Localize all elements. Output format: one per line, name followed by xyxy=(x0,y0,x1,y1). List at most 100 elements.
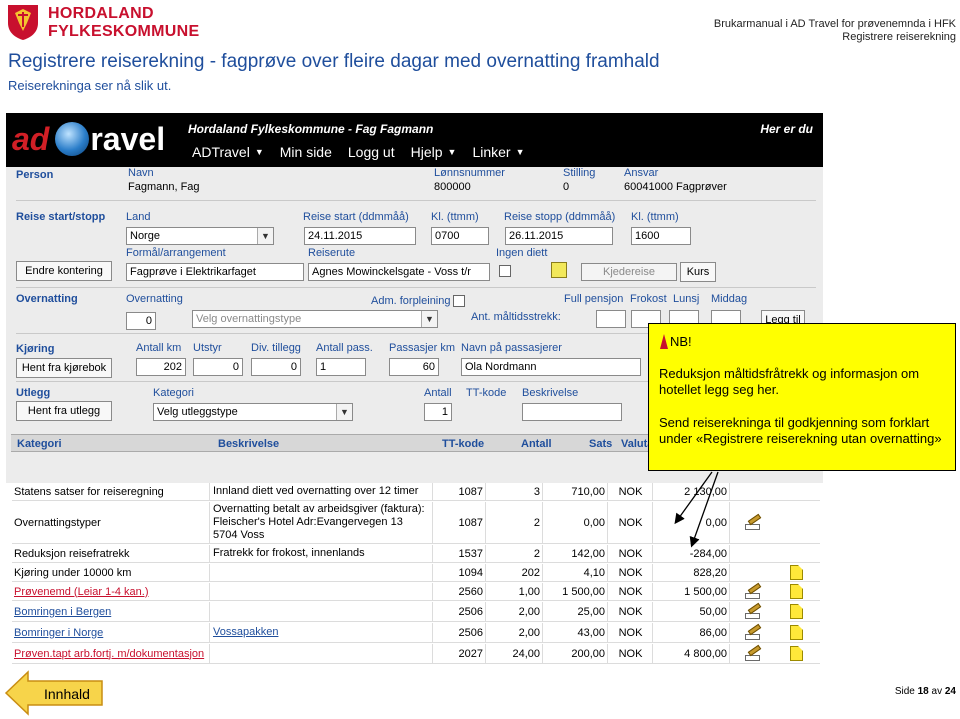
running-header: Brukarmanual i AD Travel for prøvenemnda… xyxy=(714,18,956,44)
row-beskrivelse: Fratrekk for frokost, innenlands xyxy=(213,547,365,559)
overnatting-count-input[interactable]: 0 xyxy=(126,312,156,330)
utlegg-antall-input[interactable]: 1 xyxy=(424,403,452,421)
navn-passasjerer-input[interactable]: Ola Nordmann xyxy=(461,358,641,376)
app-header: ad ravel Hordaland Fylkeskommune - Fag Fa… xyxy=(6,113,823,167)
reise-section-title: Reise start/stopp xyxy=(16,211,106,223)
row-tt-kode: 2506 xyxy=(458,626,483,639)
divider xyxy=(16,200,816,201)
row-belop: 4 800,00 xyxy=(684,647,727,660)
beskrivelse-input[interactable] xyxy=(522,403,622,421)
hent-fra-utlegg-button[interactable]: Hent fra utlegg xyxy=(16,401,112,421)
attachment-icon[interactable] xyxy=(789,625,803,640)
table-row: Prøven.tapt arb.fortj. m/dokumentasjon 20… xyxy=(12,644,820,664)
edit-icon[interactable] xyxy=(744,605,760,619)
reise-stopp-input[interactable]: 26.11.2015 xyxy=(505,227,613,245)
row-kategori[interactable]: Prøvenemd (Leiar 1-4 kan.) xyxy=(14,586,149,598)
row-tt-kode: 1537 xyxy=(458,547,483,560)
row-tt-kode: 2560 xyxy=(458,585,483,598)
menu-linker[interactable]: Linker ▼ xyxy=(472,144,524,160)
formal-input[interactable]: Fagprøve i Elektrikarfaget xyxy=(126,263,304,281)
logo-line-1: HORDALAND xyxy=(48,5,154,22)
row-kategori[interactable]: Bomringer i Norge xyxy=(14,627,103,639)
overnattingstype-select[interactable]: Velg overnattingstype ▼ xyxy=(192,310,438,328)
edit-icon[interactable] xyxy=(744,647,760,661)
row-sats: 4,10 xyxy=(583,566,605,579)
passasjer-km-input[interactable]: 60 xyxy=(389,358,439,376)
kl-start-label: Kl. (ttmm) xyxy=(431,211,479,223)
stilling-value: 0 xyxy=(563,181,570,193)
attachment-icon[interactable] xyxy=(789,565,803,580)
col-antall: Antall xyxy=(521,438,552,450)
overnatting-section-title: Overnatting xyxy=(16,293,78,305)
main-menu: ADTravel ▼ Min side Logg ut Hjelp ▼ Linker… xyxy=(192,144,525,160)
ansvar-label: Ansvar xyxy=(624,167,659,179)
endre-kontering-button[interactable]: Endre kontering xyxy=(16,261,112,281)
row-valuta: NOK xyxy=(618,647,643,660)
edit-icon[interactable] xyxy=(744,585,760,599)
hent-fra-kjorebok-button[interactable]: Hent fra kjørebok xyxy=(16,358,112,378)
page-title: Registrere reiserekning - fagprøve over … xyxy=(8,51,660,72)
chevron-down-icon: ▼ xyxy=(515,147,525,157)
adm-forpleining-checkbox[interactable] xyxy=(453,295,465,307)
row-sats: 1 500,00 xyxy=(562,585,605,598)
row-beskrivelse: Overnatting betalt av arbeidsgiver (fakt… xyxy=(213,503,425,541)
ansvar-value: 60041000 Fagprøver xyxy=(624,181,727,193)
row-tt-kode: 2506 xyxy=(458,605,483,618)
kl-start-input[interactable]: 0700 xyxy=(431,227,489,245)
chevron-down-icon: ▼ xyxy=(447,147,457,157)
row-antall: 2,00 xyxy=(518,605,540,618)
navn-value: Fagmann, Fag xyxy=(128,181,200,193)
ingen-diett-checkbox[interactable] xyxy=(499,265,511,277)
person-section-title: Person xyxy=(16,169,54,181)
antall-km-input[interactable]: 202 xyxy=(136,358,186,376)
kl-stopp-input[interactable]: 1600 xyxy=(631,227,691,245)
chevron-down-icon: ▼ xyxy=(257,228,273,244)
attachment-icon[interactable] xyxy=(789,604,803,619)
reise-start-input[interactable]: 24.11.2015 xyxy=(304,227,416,245)
callout-text-2: Send reiserekninga til godkjenning som f… xyxy=(659,415,942,446)
edit-icon[interactable] xyxy=(744,516,760,530)
kategori-label: Kategori xyxy=(153,387,194,399)
antall-pass-label: Antall pass. xyxy=(316,342,373,354)
row-antall: 1,00 xyxy=(518,585,540,598)
kjedereise-button[interactable]: Kjedereise xyxy=(581,263,677,281)
row-beskrivelse[interactable]: Vossapakken xyxy=(213,626,278,639)
menu-adtravel[interactable]: ADTravel ▼ xyxy=(192,144,264,160)
manual-title: Brukarmanual i AD Travel for prøvenemnda… xyxy=(713,18,956,30)
div-tillegg-input[interactable]: 0 xyxy=(251,358,301,376)
utleggstype-select[interactable]: Velg utleggstype ▼ xyxy=(153,403,353,421)
innhald-nav-button[interactable]: Innhald xyxy=(4,670,104,716)
her-er-du-link[interactable]: Her er du xyxy=(760,122,813,136)
land-select[interactable]: Norge ▼ xyxy=(126,227,274,245)
row-antall: 24,00 xyxy=(512,647,540,660)
row-belop: 2 130,00 xyxy=(684,485,727,498)
navn-passasjerer-label: Navn på passasjerer xyxy=(461,342,562,354)
row-kategori: Statens satser for reiseregning xyxy=(14,485,164,498)
row-sats: 142,00 xyxy=(571,547,605,560)
kurs-button[interactable]: Kurs xyxy=(680,262,716,282)
menu-logg-ut[interactable]: Logg ut xyxy=(348,144,395,160)
overnatting-label: Overnatting xyxy=(126,293,183,305)
menu-hjelp[interactable]: Hjelp ▼ xyxy=(411,144,457,160)
div-tillegg-label: Div. tillegg xyxy=(251,342,301,354)
antall-pass-input[interactable]: 1 xyxy=(316,358,366,376)
table-row: Reduksjon reisefratrekk Fratrekk for frok… xyxy=(12,545,820,563)
nb-heading: NB! xyxy=(660,334,692,349)
lonn-label: Lønnsnummer xyxy=(434,167,505,179)
menu-min-side[interactable]: Min side xyxy=(280,144,332,160)
attachment-icon[interactable] xyxy=(789,646,803,661)
middag-label: Middag xyxy=(711,293,748,305)
row-antall: 3 xyxy=(533,485,540,498)
utstyr-input[interactable]: 0 xyxy=(193,358,243,376)
edit-icon[interactable] xyxy=(744,626,760,640)
row-kategori[interactable]: Bomringen i Bergen xyxy=(14,606,111,618)
row-kategori[interactable]: Prøven.tapt arb.fortj. m/dokumentasjon xyxy=(14,648,204,660)
full-pensjon-input[interactable] xyxy=(596,310,626,328)
table-row: Bomringer i Norge Vossapakken 2506 2,00 43,0… xyxy=(12,623,820,643)
notes-icon[interactable] xyxy=(551,262,567,278)
chevron-down-icon: ▼ xyxy=(254,147,264,157)
row-tt-kode: 1087 xyxy=(458,485,483,498)
attachment-icon[interactable] xyxy=(789,584,803,599)
reiserute-input[interactable]: Agnes Mowinckelsgate - Voss t/r xyxy=(308,263,490,281)
row-antall: 202 xyxy=(521,566,540,579)
